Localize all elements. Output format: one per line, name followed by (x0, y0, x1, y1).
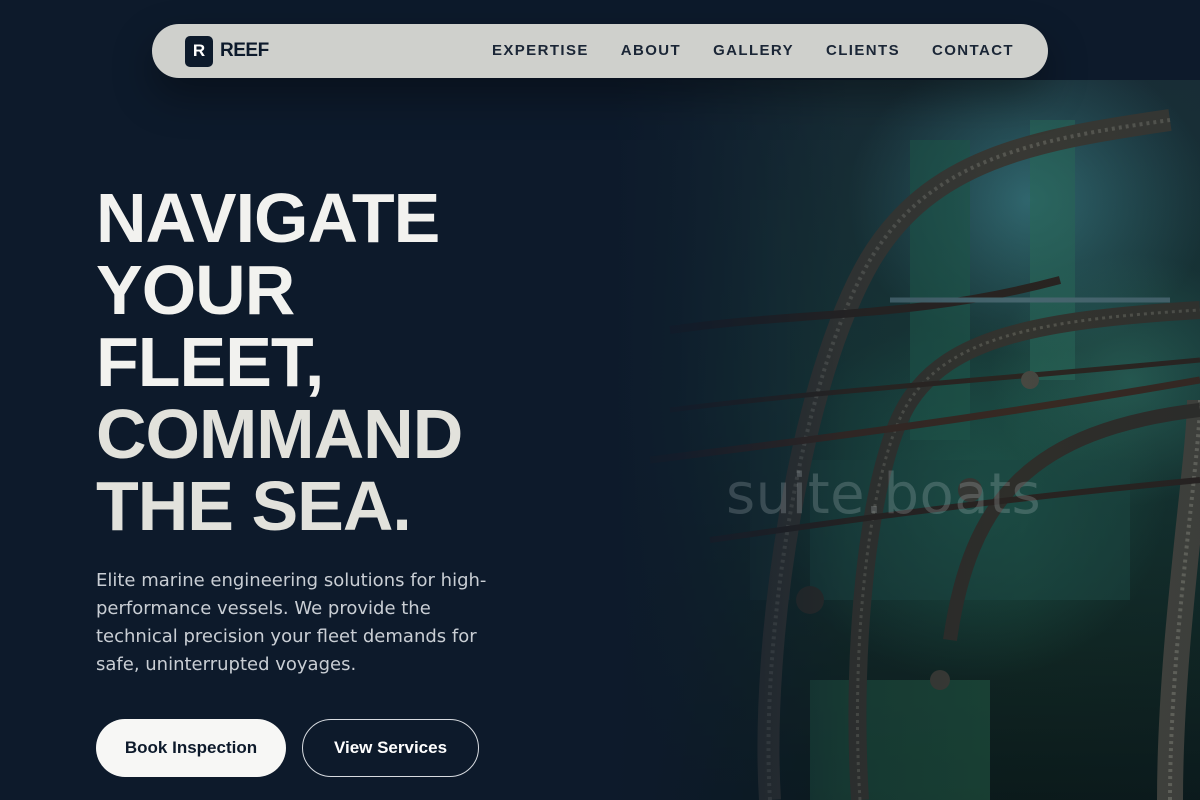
hero-headline-line-4: COMMAND (96, 395, 463, 473)
view-services-button[interactable]: View Services (302, 719, 479, 777)
hero-image-gradient-overlay (610, 80, 1200, 800)
book-inspection-button[interactable]: Book Inspection (96, 719, 286, 777)
nav-link-expertise[interactable]: EXPERTISE (492, 42, 589, 59)
nav-link-contact[interactable]: CONTACT (932, 42, 1014, 59)
top-navbar: R REEF EXPERTISE ABOUT GALLERY CLIENTS C… (152, 24, 1048, 78)
hero-subtitle: Elite marine engineering solutions for h… (96, 570, 487, 675)
brand-logo-link[interactable]: R REEF (185, 35, 269, 67)
nav-links: EXPERTISE ABOUT GALLERY CLIENTS CONTACT (492, 42, 1014, 60)
brand-logo-icon: R (185, 35, 213, 67)
nav-link-clients[interactable]: CLIENTS (826, 42, 900, 59)
nav-link-about[interactable]: ABOUT (621, 42, 681, 59)
hero-headline-line-1: NAVIGATE (96, 179, 440, 257)
hero-image-engine-room (610, 80, 1200, 800)
hero-headline-line-2: YOUR (96, 251, 295, 329)
hero-headline-line-5: THE SEA. (96, 467, 412, 545)
hero-headline-line-3: FLEET, (96, 323, 324, 401)
brand-name: REEF (220, 40, 269, 61)
hero-headline: NAVIGATE YOUR FLEET, COMMAND THE SEA. (96, 182, 616, 542)
nav-link-gallery[interactable]: GALLERY (713, 42, 794, 59)
